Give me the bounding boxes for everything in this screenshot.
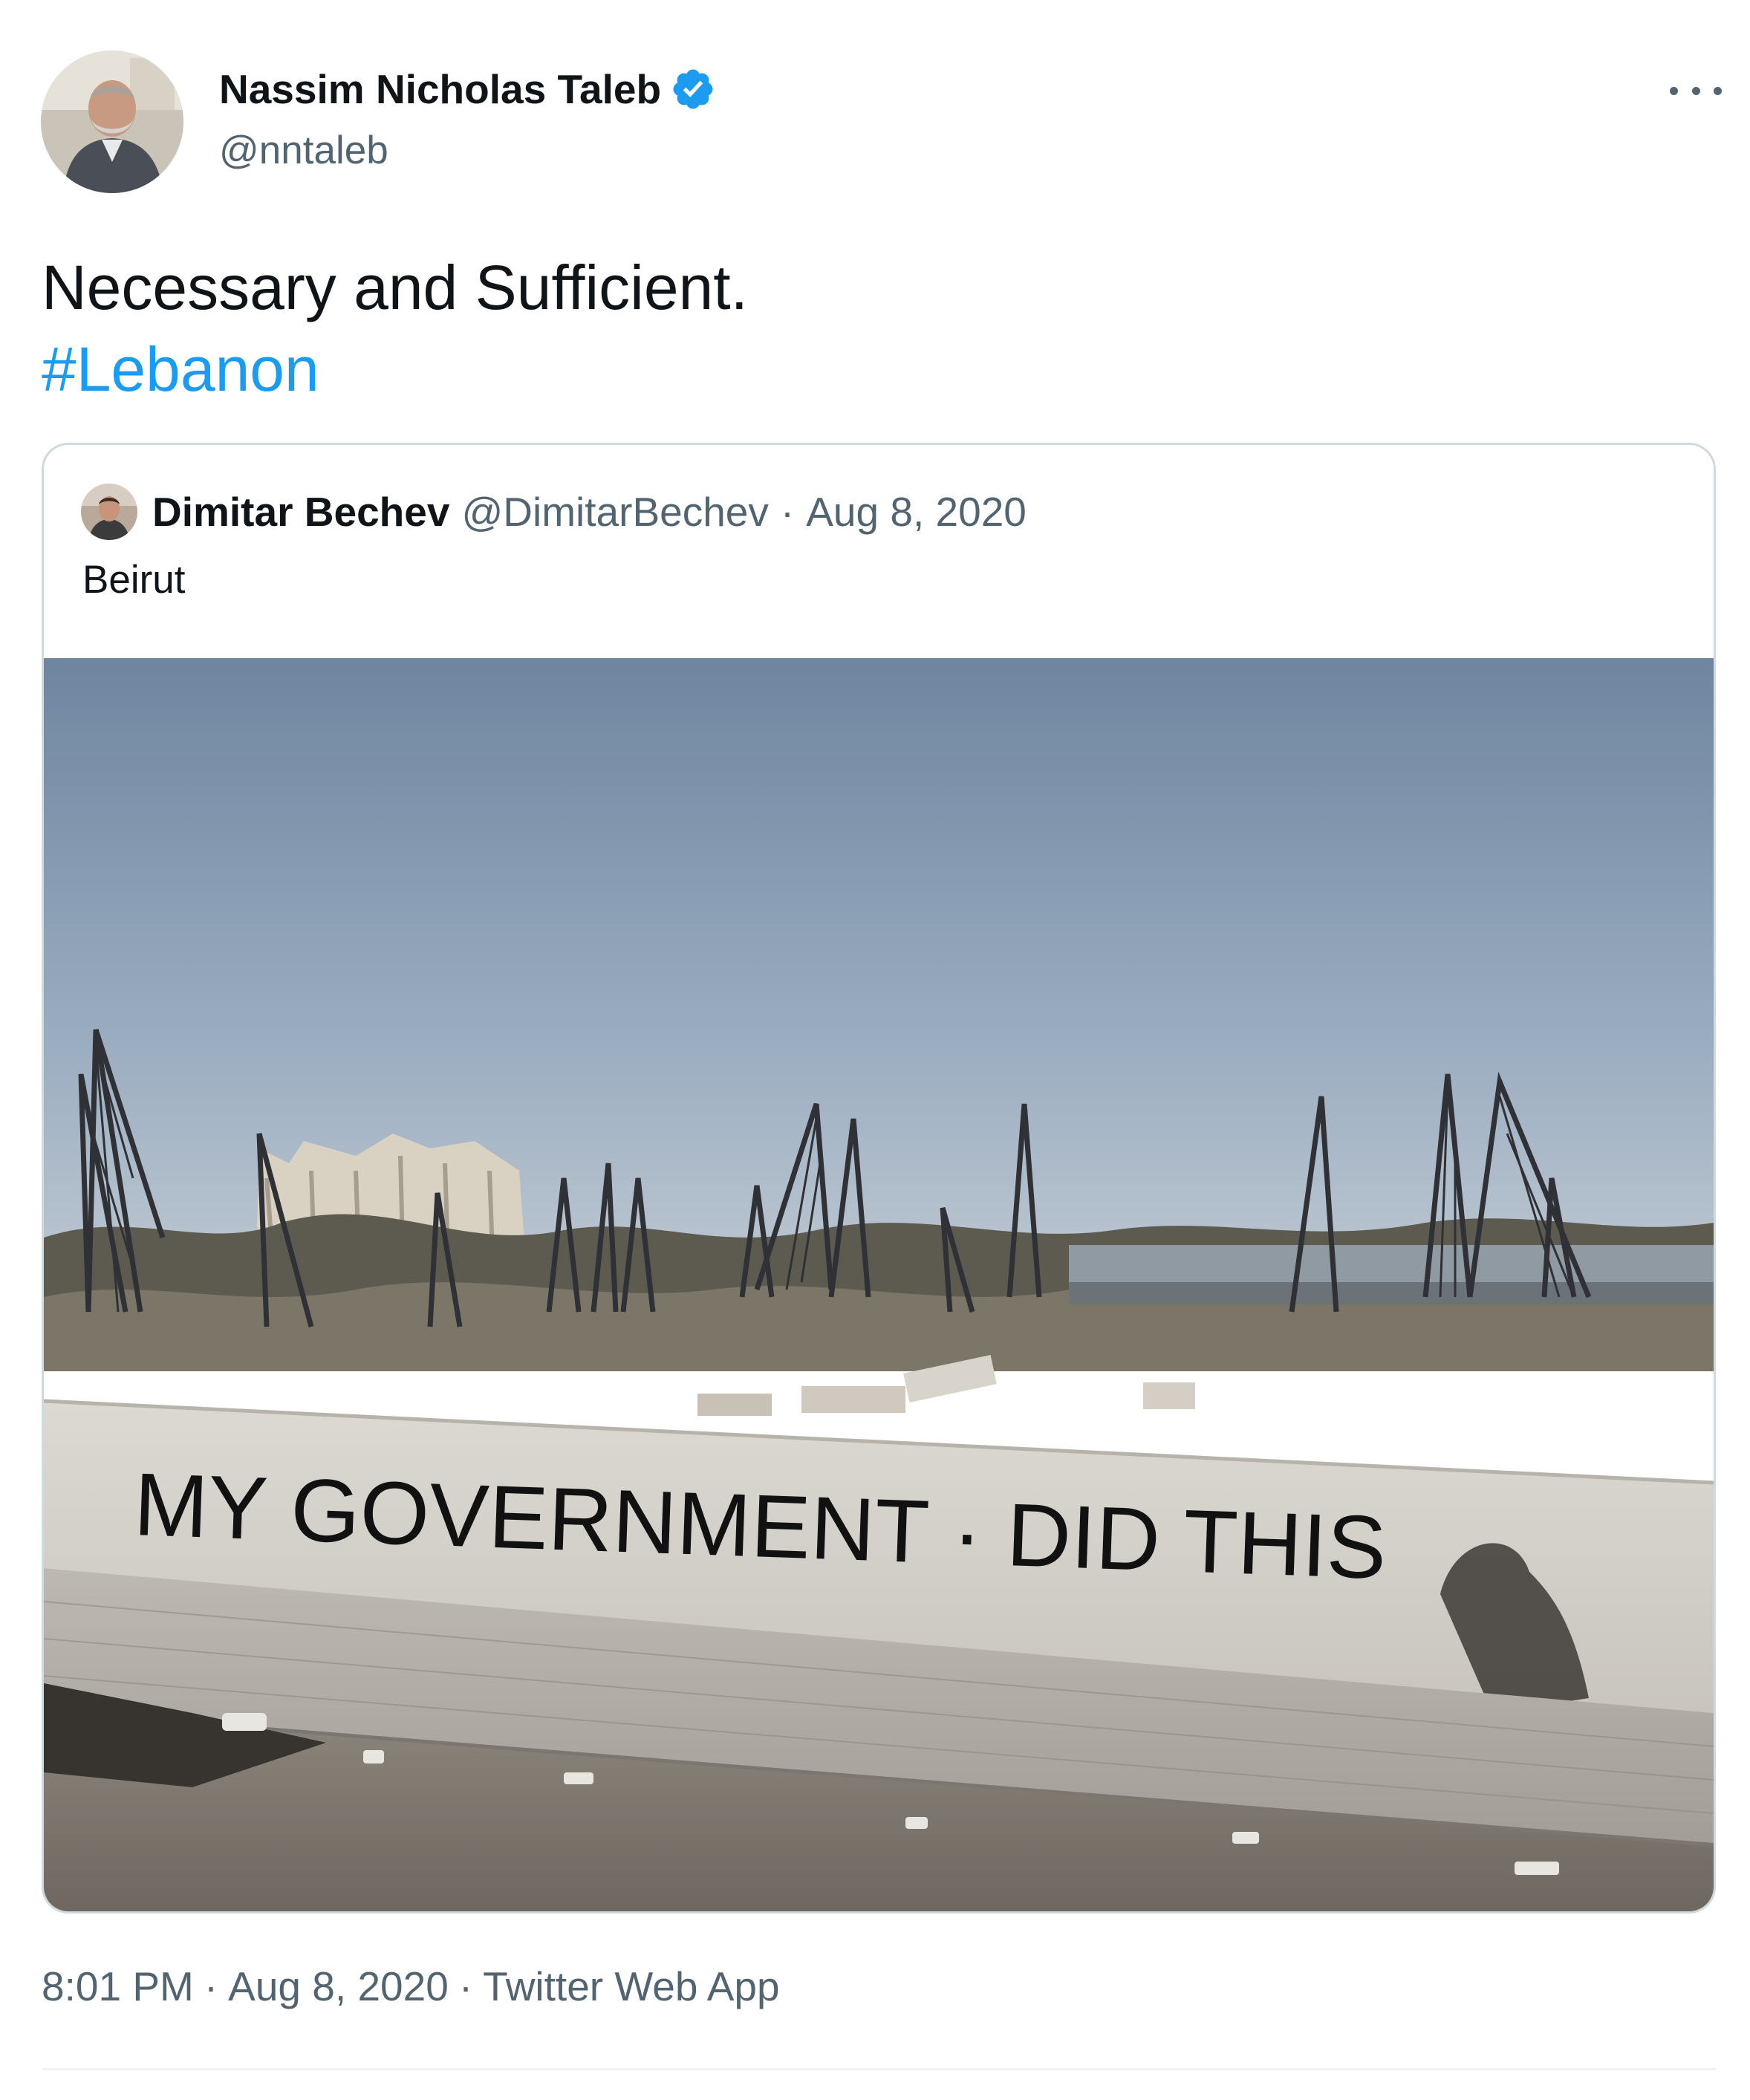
quoted-tweet-text: Beirut: [82, 558, 186, 602]
dot: [1714, 86, 1722, 95]
separator-dot: ·: [780, 489, 795, 535]
quoted-tweet-header: Dimitar Bechev @DimitarBechev · Aug 8, 2…: [81, 484, 1027, 540]
divider: [42, 2068, 1716, 2070]
quoted-author-handle[interactable]: @DimitarBechev: [461, 488, 768, 536]
separator-dot: ·: [458, 1963, 473, 2009]
more-options-icon[interactable]: [1670, 68, 1722, 113]
tweet-text: Necessary and Sufficient. #Lebanon: [42, 247, 748, 410]
tweet-meta: 8:01 PM · Aug 8, 2020 · Twitter Web App: [42, 1963, 780, 2010]
tweet-date[interactable]: Aug 8, 2020: [228, 1963, 449, 2009]
tweet-body: Necessary and Sufficient.: [42, 253, 748, 322]
author-name[interactable]: Nassim Nicholas Taleb: [219, 65, 716, 113]
quoted-author-name[interactable]: Dimitar Bechev: [152, 488, 449, 536]
separator-dot: ·: [204, 1963, 218, 2009]
author-avatar[interactable]: [41, 51, 183, 193]
dot: [1691, 86, 1700, 95]
quoted-tweet-date[interactable]: Aug 8, 2020: [806, 488, 1027, 536]
verified-badge-icon: [670, 66, 716, 112]
quoted-tweet-card[interactable]: Dimitar Bechev @DimitarBechev · Aug 8, 2…: [42, 443, 1716, 1914]
tweet-source[interactable]: Twitter Web App: [483, 1963, 779, 2009]
dot: [1670, 86, 1678, 95]
tweet-time[interactable]: 8:01 PM: [42, 1963, 194, 2009]
quoted-tweet-photo[interactable]: MY GOVERNMENT · DID THIS: [44, 658, 1714, 1911]
hashtag-link[interactable]: #Lebanon: [42, 328, 748, 410]
quoted-author-avatar[interactable]: [81, 484, 137, 540]
author-name-text[interactable]: Nassim Nicholas Taleb: [219, 65, 661, 113]
author-handle[interactable]: @nntaleb: [219, 128, 388, 174]
